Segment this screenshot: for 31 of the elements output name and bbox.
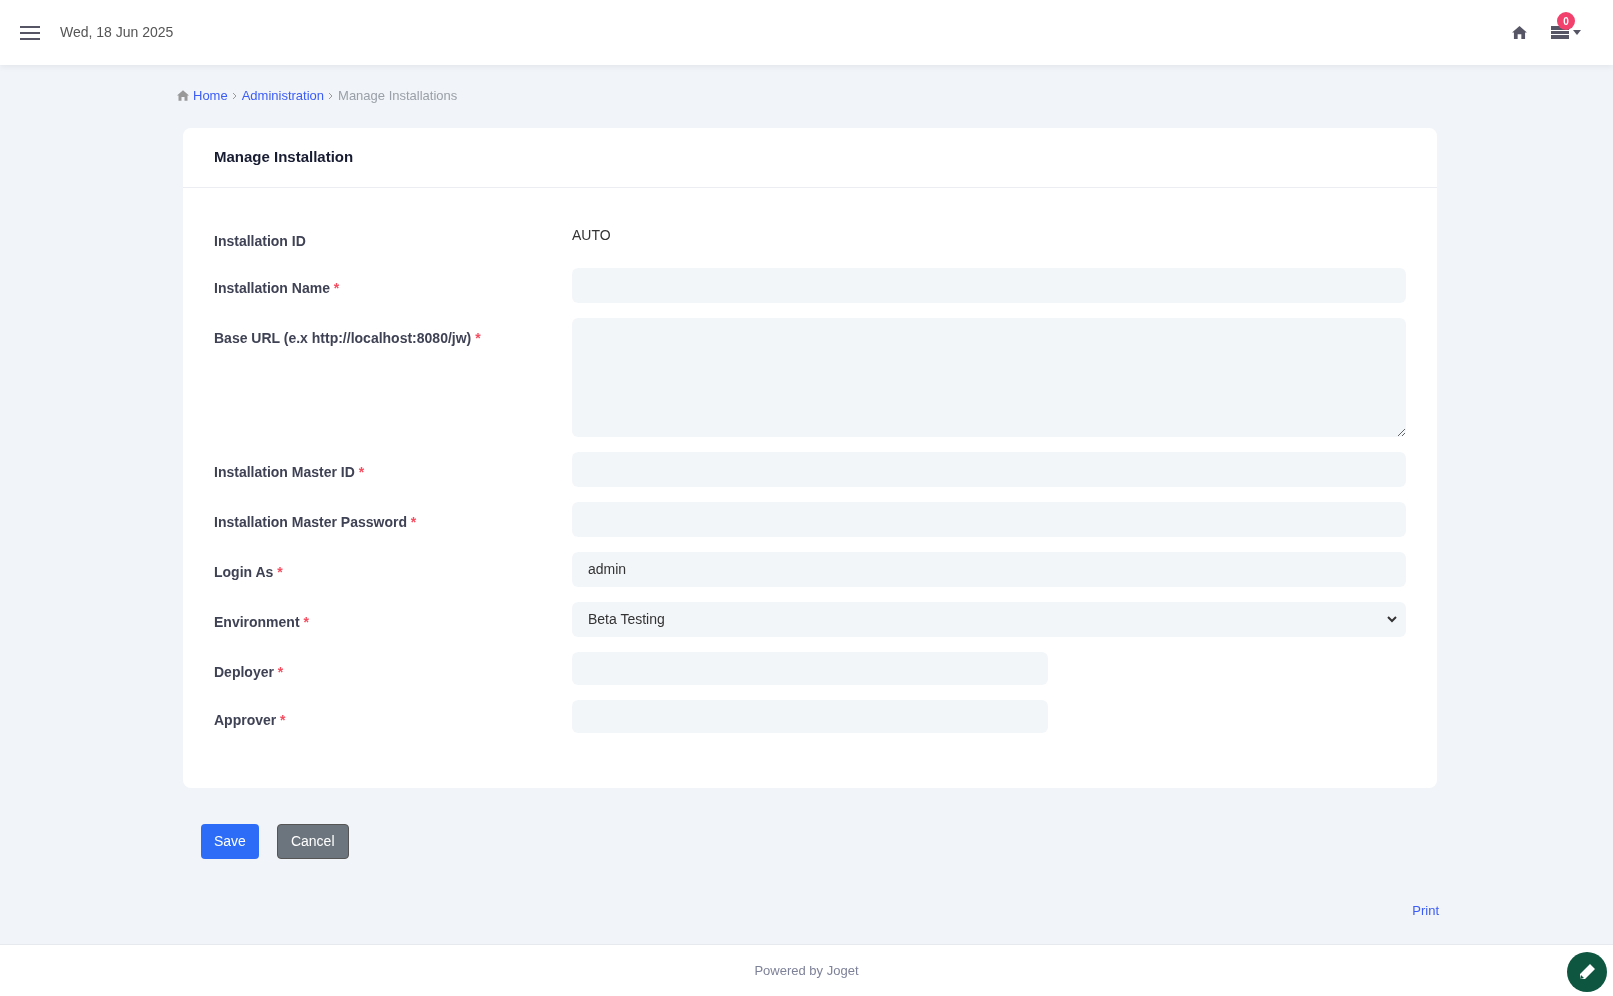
cancel-button[interactable]: Cancel: [276, 823, 349, 859]
card-title: Manage Installation: [214, 146, 354, 167]
field-label: Base URL (e.x http://localhost:8080/jw) *: [214, 329, 481, 346]
chevron-down-icon: [1386, 613, 1398, 625]
caret-icon[interactable]: [1573, 30, 1581, 35]
field-label: Installation Name *: [214, 279, 340, 296]
field-label: Installation Master Password *: [214, 513, 417, 530]
breadcrumb-current: Manage Installations: [338, 87, 458, 105]
footer-text: Powered by Joget: [754, 961, 859, 980]
breadcrumb-link[interactable]: Administration: [241, 86, 325, 106]
field-label: Installation ID: [214, 232, 306, 249]
current-date: Wed, 18 Jun 2025: [60, 23, 174, 42]
field-value: AUTO: [572, 225, 611, 245]
chevron-right-icon: [328, 91, 335, 100]
input-field[interactable]: admin: [572, 551, 1406, 587]
save-button[interactable]: Save: [201, 823, 259, 859]
field-label: Installation Master ID *: [214, 463, 365, 480]
field-label: Deployer *: [214, 663, 284, 680]
pencil-icon: [1578, 963, 1596, 981]
field-label: Login As *: [214, 563, 283, 580]
chevron-right-icon: [231, 91, 238, 100]
notification-badge: 0: [1557, 12, 1575, 30]
text-area[interactable]: [572, 317, 1406, 437]
field-label: Environment *: [214, 613, 309, 630]
menu-icon[interactable]: [20, 25, 40, 40]
breadcrumb-link[interactable]: Home: [193, 86, 228, 106]
print-link[interactable]: Print: [1412, 900, 1439, 920]
select-field[interactable]: Beta Testing: [572, 601, 1406, 637]
home-icon[interactable]: [1512, 26, 1527, 39]
field-label: Approver *: [214, 711, 286, 728]
home-icon: [177, 90, 189, 102]
